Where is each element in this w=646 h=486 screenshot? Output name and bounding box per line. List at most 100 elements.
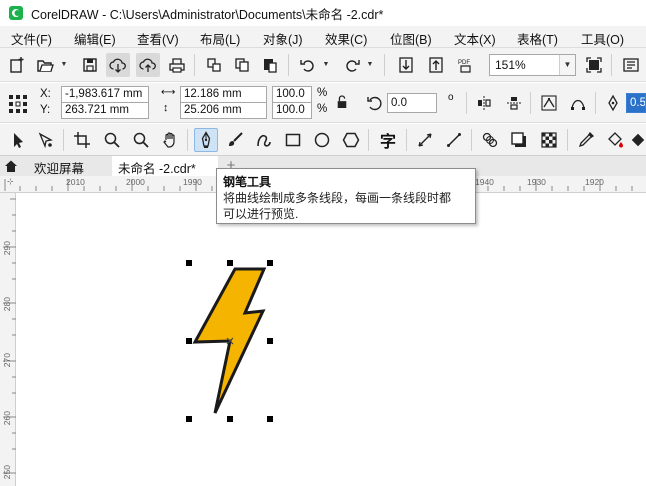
cut-button[interactable] [202,53,226,77]
rectangle-tool-button[interactable] [281,128,305,152]
mirror-horizontal-button[interactable] [472,91,496,115]
export-button[interactable] [424,53,448,77]
artistic-media-button[interactable] [223,128,247,152]
paste-icon [264,59,277,73]
polygon-tool-button[interactable] [339,128,363,152]
menu-edit[interactable]: 编辑(E) [74,29,116,48]
height-icon: ↕ [163,102,169,114]
open-dropdown-caret[interactable]: ▼ [60,61,68,69]
canvas-drawing [186,260,273,422]
new-document-button[interactable] [5,53,29,77]
object-origin-button[interactable] [4,90,32,118]
home-tab[interactable] [0,156,22,176]
menu-layout[interactable]: 布局(L) [200,29,240,48]
svg-text:PDF: PDF [458,60,470,66]
ruler-origin-marker: ⊹ [7,177,14,186]
brush-icon [229,132,243,146]
folder-open-icon [37,60,54,72]
y-position-field[interactable]: 263.721 mm [61,102,149,119]
menu-object[interactable]: 对象(J) [263,29,303,48]
dimension-line-icon [418,133,432,147]
curve-tool-button[interactable] [252,128,276,152]
pan-tool-button[interactable] [158,128,182,152]
lock-ratio-button[interactable] [333,92,351,112]
undo-icon [300,60,314,72]
redo-button[interactable] [340,53,364,77]
handle-middle-left[interactable] [186,338,192,344]
handle-bottom-right[interactable] [267,416,273,422]
options-button[interactable] [619,53,643,77]
redo-dropdown-caret[interactable]: ▼ [366,61,374,69]
handle-top-middle[interactable] [227,260,233,266]
import-button[interactable] [394,53,418,77]
menu-tools[interactable]: 工具(O) [581,29,624,48]
tab-document[interactable]: 未命名 -2.cdr* [112,156,218,176]
toolbar-separator [530,92,531,114]
height-field[interactable]: 25.206 mm [180,102,267,119]
menu-text[interactable]: 文本(X) [454,29,496,48]
transparency-button[interactable] [537,128,561,152]
menu-table[interactable]: 表格(T) [517,29,558,48]
toolbar-separator [288,54,289,76]
shape-tool-button[interactable] [34,128,58,152]
menu-effects[interactable]: 效果(C) [325,29,367,48]
new-document-icon [10,57,24,73]
handle-bottom-middle[interactable] [227,416,233,422]
text-tool-button[interactable]: 字 [376,128,400,152]
outline-width-field[interactable]: 0.5 [626,93,646,113]
menu-bitmap[interactable]: 位图(B) [390,29,432,48]
zoom-tool-button[interactable] [100,128,124,152]
publish-pdf-button[interactable]: PDF [454,53,478,77]
drop-shadow-button[interactable] [507,128,531,152]
undo-dropdown-caret[interactable]: ▼ [322,61,330,69]
eyedropper-tool-button[interactable] [574,128,598,152]
copy-button[interactable] [230,53,254,77]
handle-top-left[interactable] [186,260,192,266]
x-position-field[interactable]: -1,983.617 mm [61,86,149,103]
rotation-angle-field[interactable]: 0.0 [387,93,437,113]
smart-fill-button[interactable] [630,128,646,152]
pen-tool-button[interactable] [194,128,218,152]
ruler-h-tick: 1920 [585,177,604,187]
interactive-fill-button[interactable] [603,128,627,152]
menu-file[interactable]: 文件(F) [11,29,52,48]
toolbar-separator [471,129,472,151]
smooth-nodes-button[interactable] [566,91,590,115]
ruler-h-tick: 2010 [66,177,85,187]
connector-tool-button[interactable] [442,128,466,152]
mirror-vertical-button[interactable] [502,91,526,115]
save-button[interactable] [78,53,102,77]
ruler-v-tick: 280 [2,297,12,312]
blend-tool-button[interactable] [478,128,502,152]
handle-bottom-left[interactable] [186,416,192,422]
cloud-import-button[interactable] [106,53,130,77]
width-field[interactable]: 12.186 mm [180,86,267,103]
outline-pen-button[interactable] [601,91,625,115]
print-button[interactable] [165,53,189,77]
handle-top-right[interactable] [267,260,273,266]
handle-middle-right[interactable] [267,338,273,344]
paste-button[interactable] [258,53,282,77]
cloud-upload-button[interactable] [136,53,160,77]
crop-tool-button[interactable] [70,128,94,152]
eyedropper-icon [578,131,595,148]
full-screen-preview-button[interactable] [582,53,606,77]
zoom-out-button[interactable] [129,128,153,152]
ruler-v-tick: 250 [2,465,12,480]
ellipse-tool-button[interactable] [310,128,334,152]
node-edit-button[interactable] [537,91,561,115]
pick-tool-button[interactable] [6,128,30,152]
dimension-tool-button[interactable] [413,128,437,152]
scale-y-field[interactable]: 100.0 [272,102,312,119]
menu-view[interactable]: 查看(V) [137,29,179,48]
tab-welcome-screen[interactable]: 欢迎屏幕 [28,156,90,176]
scale-x-field[interactable]: 100.0 [272,86,312,103]
drawing-canvas[interactable] [17,194,646,486]
open-button[interactable] [33,53,57,77]
toolbox: 字 [0,124,646,156]
degree-symbol: o [448,92,454,103]
zoom-level-select[interactable]: 151% ▼ [489,54,576,76]
undo-button[interactable] [296,53,320,77]
width-icon: ⟷ [161,87,176,98]
vertical-ruler[interactable]: 290 280 270 260 250 [0,193,16,486]
